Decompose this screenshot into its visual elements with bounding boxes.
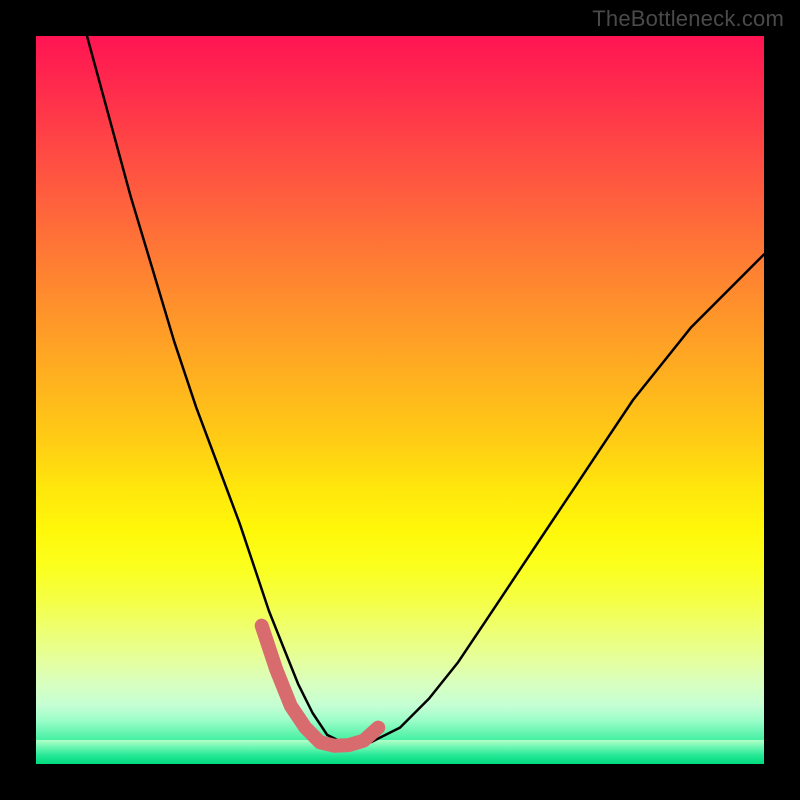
watermark-text: TheBottleneck.com xyxy=(592,6,784,32)
plot-area xyxy=(36,36,764,764)
curve-svg xyxy=(36,36,764,764)
chart-frame: TheBottleneck.com xyxy=(0,0,800,800)
valley-highlight-line xyxy=(262,626,379,746)
bottleneck-curve-line xyxy=(87,36,764,746)
